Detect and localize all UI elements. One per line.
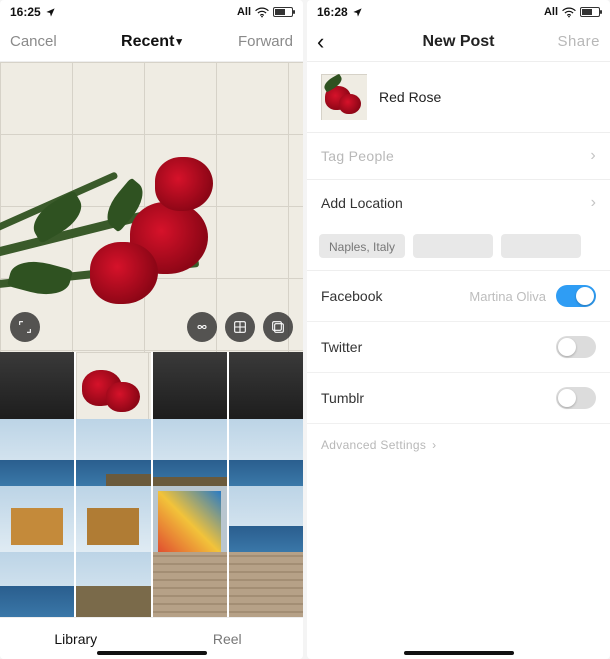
photo-grid xyxy=(0,352,303,617)
post-thumbnail[interactable] xyxy=(321,74,367,120)
home-indicator xyxy=(97,651,207,655)
multi-select-button[interactable] xyxy=(263,312,293,342)
status-bar: 16:25 All xyxy=(0,0,303,22)
wifi-icon xyxy=(255,7,269,18)
advanced-settings-label: Advanced Settings xyxy=(321,438,426,452)
tab-reel[interactable]: Reel xyxy=(152,631,304,647)
grid-thumb[interactable] xyxy=(153,552,227,617)
nav-bar: ‹ New Post Share xyxy=(307,22,610,62)
share-facebook-account: Martina Oliva xyxy=(469,289,546,304)
status-time: 16:28 xyxy=(317,5,348,19)
share-facebook-row: Facebook Martina Oliva xyxy=(307,271,610,322)
layout-collage-button[interactable] xyxy=(225,312,255,342)
status-bar: 16:28 All xyxy=(307,0,610,22)
grid-thumb[interactable] xyxy=(76,419,150,493)
grid-thumb[interactable] xyxy=(76,552,150,617)
location-arrow-icon xyxy=(352,7,363,18)
grid-thumb[interactable] xyxy=(153,352,227,426)
share-tumblr-label: Tumblr xyxy=(321,390,364,406)
wifi-icon xyxy=(562,7,576,18)
status-time: 16:25 xyxy=(10,5,41,19)
expand-crop-button[interactable] xyxy=(10,312,40,342)
grid-thumb[interactable] xyxy=(153,486,227,560)
infinity-icon xyxy=(194,319,210,335)
share-twitter-row: Twitter xyxy=(307,322,610,373)
grid-thumb[interactable] xyxy=(0,419,74,493)
grid-thumb[interactable] xyxy=(229,552,303,617)
grid-thumb[interactable] xyxy=(0,486,74,560)
advanced-settings-row[interactable]: Advanced Settings › xyxy=(307,424,610,466)
grid-thumb[interactable] xyxy=(0,352,74,426)
nav-title-label: Recent xyxy=(121,33,174,51)
tag-people-label: Tag People xyxy=(321,148,394,164)
expand-icon xyxy=(17,319,33,335)
add-location-label: Add Location xyxy=(321,195,403,211)
chevron-right-icon: › xyxy=(591,194,596,212)
share-button[interactable]: Share xyxy=(540,33,600,50)
location-arrow-icon xyxy=(45,7,56,18)
location-chip[interactable] xyxy=(413,234,493,258)
grid-thumb[interactable] xyxy=(229,419,303,493)
share-twitter-toggle[interactable] xyxy=(556,336,596,358)
screen-new-post: 16:28 All ‹ New Post Share Red Rose Tag … xyxy=(307,0,610,659)
forward-button[interactable]: Forward xyxy=(233,33,293,50)
home-indicator xyxy=(404,651,514,655)
share-twitter-label: Twitter xyxy=(321,339,362,355)
location-chip[interactable] xyxy=(501,234,581,258)
album-picker-button[interactable]: Recent ▾ xyxy=(121,33,182,51)
cancel-button[interactable]: Cancel xyxy=(10,33,70,50)
selected-photo-preview[interactable] xyxy=(0,62,303,352)
nav-bar: Cancel Recent ▾ Forward xyxy=(0,22,303,62)
battery-icon xyxy=(273,7,293,17)
location-chip[interactable]: Naples, Italy xyxy=(319,234,405,258)
share-facebook-toggle[interactable] xyxy=(556,285,596,307)
caption-row: Red Rose xyxy=(307,62,610,132)
photo-red-roses xyxy=(0,132,240,332)
location-suggestions: Naples, Italy xyxy=(307,226,610,271)
chevron-right-icon: › xyxy=(432,438,436,452)
back-button[interactable]: ‹ xyxy=(317,29,377,55)
grid-thumb[interactable] xyxy=(229,352,303,426)
caption-input[interactable]: Red Rose xyxy=(379,89,596,105)
tag-people-row[interactable]: Tag People › xyxy=(307,132,610,179)
chevron-right-icon: › xyxy=(590,147,596,165)
grid-thumb[interactable] xyxy=(76,352,150,426)
grid-thumb[interactable] xyxy=(153,419,227,493)
chevron-down-icon: ▾ xyxy=(176,35,182,48)
grid-thumb[interactable] xyxy=(0,552,74,617)
status-network: All xyxy=(544,6,558,18)
grid-thumb[interactable] xyxy=(76,486,150,560)
layout-icon xyxy=(232,319,248,335)
multi-select-icon xyxy=(270,319,286,335)
share-facebook-label: Facebook xyxy=(321,288,382,304)
boomerang-button[interactable] xyxy=(187,312,217,342)
tab-library[interactable]: Library xyxy=(0,631,152,647)
screen-library: 16:25 All Cancel Recent ▾ Forward xyxy=(0,0,303,659)
grid-thumb[interactable] xyxy=(229,486,303,560)
battery-icon xyxy=(580,7,600,17)
share-tumblr-row: Tumblr xyxy=(307,373,610,424)
share-tumblr-toggle[interactable] xyxy=(556,387,596,409)
add-location-row[interactable]: Add Location › xyxy=(307,179,610,226)
status-network: All xyxy=(237,6,251,18)
page-title: New Post xyxy=(422,33,494,51)
